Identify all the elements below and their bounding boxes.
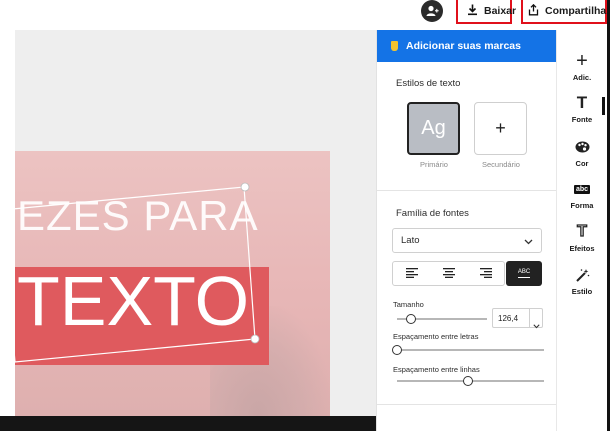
text-styles-title: Estilos de texto (396, 78, 461, 89)
letter-spacing-label: Espaçamento entre letras (393, 332, 479, 341)
secondary-card-label: Secundário (482, 160, 520, 169)
font-family-title: Família de fontes (396, 208, 469, 219)
tool-effects-label: Efeitos (569, 244, 595, 253)
align-right-button[interactable] (467, 262, 504, 285)
align-center-icon (442, 265, 455, 283)
active-tool-indicator (602, 97, 605, 115)
align-center-button[interactable] (430, 262, 467, 285)
primary-style-card[interactable]: Ag (407, 102, 460, 155)
share-button[interactable]: Compartilhar (521, 0, 610, 24)
text-icon: T (576, 93, 588, 112)
tool-add-label: Adic. (572, 73, 592, 82)
selection-box[interactable] (0, 0, 376, 431)
brand-panel: Adicionar suas marcas Estilos de texto A… (376, 30, 557, 431)
shape-abc-icon: abc (573, 184, 591, 194)
all-caps-button[interactable]: ABC (506, 261, 542, 286)
all-caps-icon: ABC (518, 269, 530, 278)
tool-add[interactable]: + Adic. (557, 49, 607, 83)
align-left-icon (405, 265, 418, 283)
align-left-button[interactable] (393, 262, 430, 285)
letter-spacing-slider-handle[interactable] (392, 345, 402, 355)
font-family-value: Lato (401, 235, 420, 246)
tool-style-label: Estilo (571, 287, 593, 296)
text-align-group (392, 261, 505, 286)
line-spacing-label: Espaçamento entre linhas (393, 365, 480, 374)
size-dropdown-button[interactable] (529, 308, 543, 329)
brand-badge-icon (391, 41, 398, 51)
size-label: Tamanho (393, 300, 424, 309)
share-icon (528, 3, 539, 19)
chevron-down-icon (524, 237, 533, 248)
add-brand-label: Adicionar suas marcas (406, 40, 521, 52)
tool-effects[interactable]: T Efeitos (557, 222, 607, 253)
window-edge (0, 416, 376, 431)
download-button[interactable]: Baixar (456, 0, 516, 24)
effects-icon: T (576, 222, 587, 240)
divider (377, 190, 557, 191)
size-value: 126,4 (498, 313, 519, 323)
palette-icon (575, 138, 590, 156)
align-right-icon (479, 265, 492, 283)
chevron-down-icon (533, 316, 540, 334)
add-secondary-style-button[interactable]: + (474, 102, 527, 155)
magic-wand-icon (575, 266, 590, 284)
app-window: Baixar Compartilhar EZES PARA TEXTO Adic… (0, 0, 610, 431)
primary-card-label: Primário (420, 160, 448, 169)
tool-color[interactable]: Cor (557, 138, 607, 168)
share-label: Compartilhar (545, 5, 610, 17)
tool-font-label: Fonte (571, 115, 593, 124)
download-label: Baixar (484, 5, 517, 17)
add-brand-header[interactable]: Adicionar suas marcas (377, 30, 557, 62)
font-family-dropdown[interactable]: Lato (392, 228, 542, 253)
tool-font[interactable]: T Fonte (557, 93, 607, 124)
letter-spacing-slider-track[interactable] (397, 349, 544, 351)
right-toolbar: + Adic. T Fonte Cor abc Forma T Efeitos … (556, 30, 610, 431)
tool-color-label: Cor (575, 159, 589, 168)
tool-shape-label: Forma (570, 201, 594, 210)
line-spacing-slider-handle[interactable] (462, 376, 473, 386)
plus-icon: + (576, 49, 588, 72)
primary-card-text: Ag (421, 117, 446, 139)
size-input[interactable]: 126,4 (492, 308, 530, 328)
selection-handle-top-right (240, 182, 250, 192)
tool-style[interactable]: Estilo (557, 266, 607, 296)
selection-handle-bottom-right (250, 334, 260, 344)
tool-shape[interactable]: abc Forma (557, 180, 607, 210)
person-add-icon[interactable] (421, 0, 443, 22)
size-slider-handle[interactable] (406, 314, 417, 324)
divider (377, 404, 557, 405)
plus-icon: + (495, 118, 506, 138)
download-icon (467, 4, 478, 19)
